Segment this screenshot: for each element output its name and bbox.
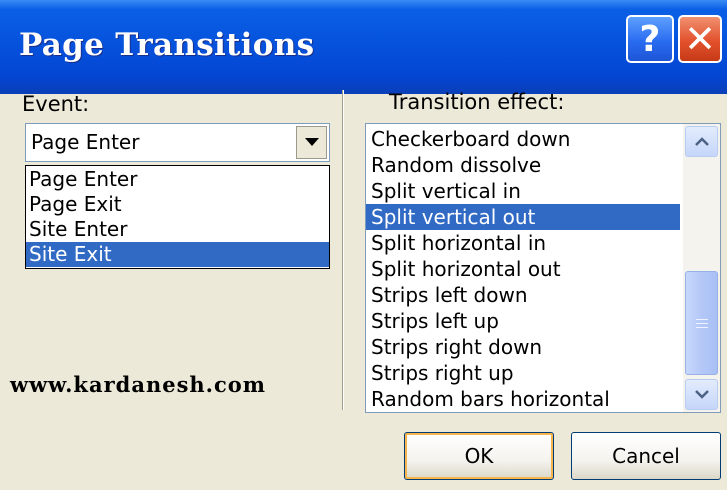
cancel-button[interactable]: Cancel bbox=[571, 432, 721, 480]
transition-item[interactable]: Random bars horizontal bbox=[366, 386, 680, 412]
event-dropdown-button[interactable] bbox=[296, 126, 327, 159]
event-select[interactable]: Page Enter bbox=[25, 123, 330, 162]
event-dropdown-list: Page Enter Page Exit Site Enter Site Exi… bbox=[25, 165, 330, 269]
transition-effect-label: Transition effect: bbox=[389, 90, 565, 114]
transition-item[interactable]: Strips left down bbox=[366, 282, 680, 308]
transition-effect-list[interactable]: Checkerboard down Random dissolve Split … bbox=[365, 123, 721, 413]
watermark-text: www.kardanesh.com bbox=[10, 372, 266, 397]
transition-item[interactable]: Strips right down bbox=[366, 334, 680, 360]
event-select-value: Page Enter bbox=[31, 130, 140, 154]
scroll-down-button[interactable] bbox=[685, 379, 718, 410]
grip-icon bbox=[695, 318, 708, 328]
transition-item[interactable]: Strips right up bbox=[366, 360, 680, 386]
event-option-site-exit[interactable]: Site Exit bbox=[26, 242, 329, 267]
title-bar[interactable]: Page Transitions ? ✕ bbox=[0, 0, 727, 94]
group-divider bbox=[342, 90, 344, 410]
transition-item[interactable]: Random dissolve bbox=[366, 152, 680, 178]
scroll-up-icon bbox=[694, 137, 709, 146]
transition-item[interactable]: Checkerboard down bbox=[366, 126, 680, 152]
scroll-thumb[interactable] bbox=[685, 271, 718, 375]
chevron-down-icon bbox=[304, 138, 319, 146]
event-option-page-enter[interactable]: Page Enter bbox=[26, 167, 329, 192]
event-option-page-exit[interactable]: Page Exit bbox=[26, 192, 329, 217]
close-button[interactable]: ✕ bbox=[678, 15, 722, 63]
scroll-down-icon bbox=[694, 390, 709, 399]
dialog-title: Page Transitions bbox=[19, 27, 315, 63]
help-icon: ? bbox=[639, 18, 661, 60]
transition-list-scrollbar[interactable] bbox=[683, 124, 720, 412]
ok-button[interactable]: OK bbox=[404, 432, 554, 480]
event-label: Event: bbox=[22, 92, 90, 116]
scroll-up-button[interactable] bbox=[685, 126, 718, 157]
close-icon: ✕ bbox=[684, 17, 716, 61]
transition-item[interactable]: Split vertical in bbox=[366, 178, 680, 204]
transition-item-selected[interactable]: Split vertical out bbox=[366, 204, 680, 230]
page-transitions-dialog: Page Transitions ? ✕ Event: Transition e… bbox=[0, 0, 727, 490]
help-button[interactable]: ? bbox=[626, 15, 674, 63]
transition-item[interactable]: Split horizontal out bbox=[366, 256, 680, 282]
transition-item[interactable]: Split horizontal in bbox=[366, 230, 680, 256]
event-option-site-enter[interactable]: Site Enter bbox=[26, 217, 329, 242]
transition-item[interactable]: Strips left up bbox=[366, 308, 680, 334]
